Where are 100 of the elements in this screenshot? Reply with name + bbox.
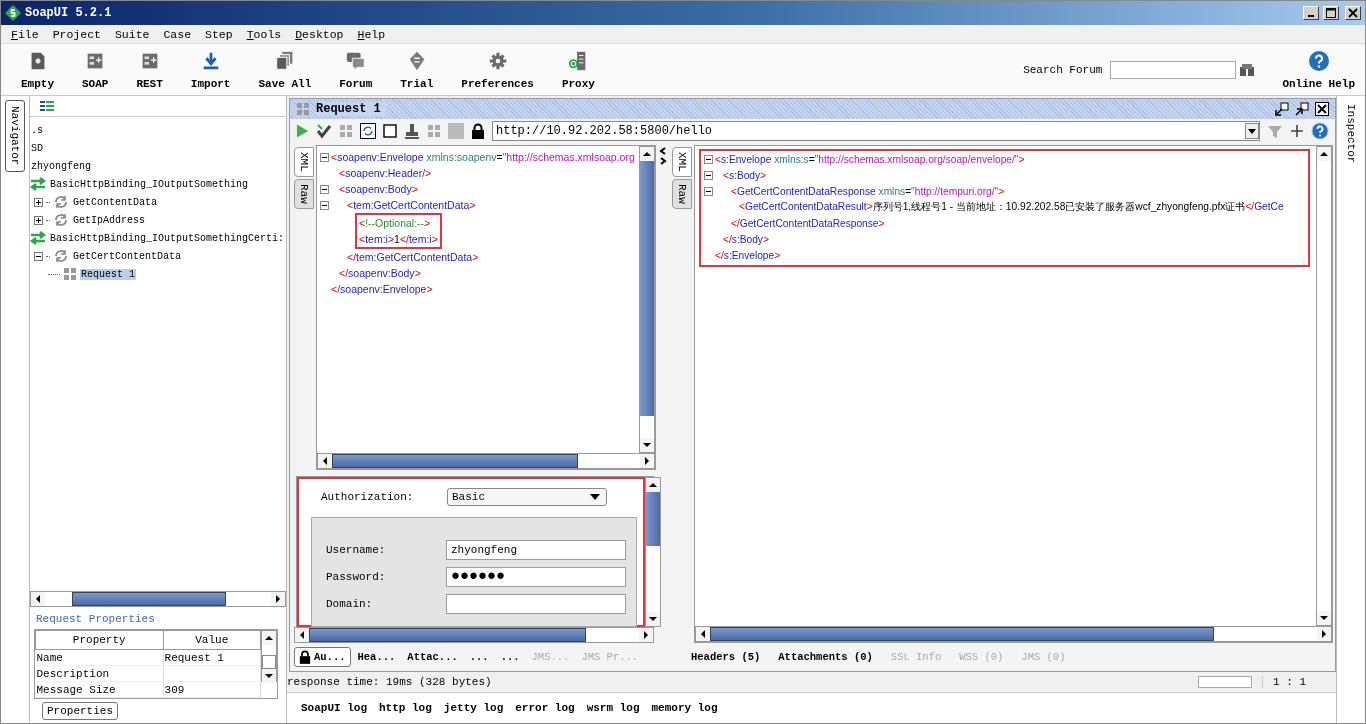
- lock-icon[interactable]: [471, 123, 485, 139]
- menu-item[interactable]: Suite: [108, 27, 158, 41]
- horizontal-scrollbar[interactable]: [30, 591, 286, 607]
- horizontal-scrollbar[interactable]: [294, 627, 654, 643]
- expander-icon[interactable]: [34, 197, 43, 207]
- tree-item[interactable]: BasicHttpBinding_IOutputSomething: [49, 178, 250, 190]
- collapse-icon[interactable]: [319, 152, 329, 162]
- tab[interactable]: ...: [495, 648, 525, 666]
- dropdown-icon[interactable]: [1245, 123, 1259, 139]
- navigator-tab[interactable]: Navigator: [5, 100, 25, 172]
- log-tab[interactable]: memory log: [647, 702, 722, 714]
- table-cell: 309: [164, 683, 185, 696]
- collapse-icon[interactable]: [703, 170, 713, 180]
- maximize-button[interactable]: [1323, 6, 1339, 20]
- online-help-button[interactable]: Online Help: [1282, 49, 1355, 90]
- editor-tab[interactable]: XML: [672, 147, 692, 177]
- toolbar-button[interactable]: REST: [136, 49, 163, 90]
- cursor-position: 1 : 1: [1262, 676, 1316, 688]
- square-icon[interactable]: [383, 124, 397, 138]
- log-tab[interactable]: http log: [375, 702, 436, 714]
- check-icon[interactable]: [316, 123, 332, 139]
- minimize-button[interactable]: [1303, 6, 1319, 20]
- tab[interactable]: ...: [464, 648, 494, 666]
- collapse-icon[interactable]: [703, 186, 713, 196]
- toolbar-button[interactable]: Import: [190, 49, 231, 90]
- url-field[interactable]: http://10.92.202.58:5800/hello: [492, 121, 1260, 141]
- table-cell: Message Size: [35, 681, 164, 698]
- toolbar-button[interactable]: Save All: [258, 49, 312, 90]
- toolbar-button[interactable]: Trial: [400, 49, 434, 90]
- vertical-scrollbar[interactable]: [1316, 146, 1332, 626]
- column-header[interactable]: Value: [163, 630, 261, 650]
- refresh-icon: [53, 213, 69, 227]
- horizontal-scrollbar[interactable]: [317, 453, 655, 469]
- tab[interactable]: Attachments (0): [773, 648, 878, 666]
- tab[interactable]: Headers (5): [686, 648, 766, 666]
- horizontal-scrollbar[interactable]: [695, 626, 1332, 642]
- menu-item[interactable]: Case: [157, 27, 200, 41]
- menu-item[interactable]: Step: [199, 27, 241, 41]
- column-header[interactable]: Property: [35, 630, 164, 650]
- plus-icon[interactable]: [1290, 124, 1304, 138]
- text-field[interactable]: zhyongfeng: [446, 539, 626, 560]
- binoculars-icon[interactable]: [1240, 63, 1255, 76]
- search-field[interactable]: [1110, 60, 1237, 79]
- tree-item[interactable]: .s: [30, 124, 44, 136]
- caret-icon: [590, 494, 600, 500]
- tree-item[interactable]: BasicHttpBinding_IOutputSomethingCerti:: [49, 232, 286, 244]
- menu-item[interactable]: Project: [46, 27, 109, 41]
- toolbar-button[interactable]: Preferences: [461, 49, 534, 90]
- expander-icon[interactable]: [34, 251, 43, 261]
- vertical-scrollbar[interactable]: [645, 477, 661, 627]
- tree-item[interactable]: zhyongfeng: [30, 160, 92, 172]
- field-label: Username:: [326, 543, 387, 556]
- menu-item[interactable]: Tools: [240, 27, 290, 41]
- toolbar-button[interactable]: Forum: [339, 49, 373, 90]
- menu-item[interactable]: Desktop: [289, 27, 352, 41]
- properties-button[interactable]: Properties: [42, 702, 118, 720]
- menu-item[interactable]: File: [5, 27, 47, 41]
- log-tab[interactable]: jetty log: [439, 702, 508, 714]
- collapse-arrows-icon[interactable]: [659, 147, 667, 165]
- expander-icon[interactable]: [34, 215, 43, 225]
- lock-icon: [299, 650, 311, 664]
- collapse-icon[interactable]: [319, 200, 329, 210]
- code-line: <GetCertContentDataResponse xmlns="http://tempuri.org/">: [731, 185, 1005, 197]
- close-button[interactable]: [1345, 6, 1361, 20]
- log-tab[interactable]: error log: [511, 702, 579, 714]
- toolbar-button[interactable]: SOAP: [82, 49, 109, 90]
- stamp-icon[interactable]: [404, 123, 420, 139]
- text-field[interactable]: [446, 593, 626, 614]
- tree-item[interactable]: SD: [30, 142, 44, 154]
- toolbar-button[interactable]: Proxy: [561, 49, 595, 90]
- tab[interactable]: Hea...: [352, 648, 401, 666]
- auth-type-dropdown[interactable]: Basic: [447, 488, 607, 506]
- soap-icon: [63, 267, 77, 281]
- menu-item[interactable]: Help: [351, 27, 394, 41]
- editor-tab[interactable]: XML: [294, 147, 314, 177]
- tree-item[interactable]: GetContentData: [72, 196, 158, 208]
- collapse-icon[interactable]: [319, 184, 329, 194]
- refresh-icon[interactable]: [360, 123, 376, 139]
- log-tab[interactable]: wsrm log: [582, 702, 644, 714]
- vertical-scrollbar[interactable]: [261, 630, 277, 682]
- field-label: Domain:: [326, 597, 374, 610]
- editor-tab[interactable]: Raw: [672, 178, 692, 209]
- refresh-icon: [53, 249, 69, 263]
- vertical-scrollbar[interactable]: [639, 146, 655, 453]
- tree-item[interactable]: Request 1: [80, 268, 136, 280]
- close-icon[interactable]: [1315, 102, 1329, 116]
- list-icon[interactable]: [40, 101, 54, 111]
- restore-icon[interactable]: [1295, 102, 1309, 116]
- code-line: <tem:GetCertContentData>: [347, 199, 476, 211]
- text-field[interactable]: ●●●●●●: [446, 566, 626, 587]
- help-icon[interactable]: [1311, 122, 1329, 140]
- tree-item[interactable]: GetIpAddress: [72, 214, 146, 226]
- tab[interactable]: Attac...: [402, 648, 463, 666]
- minimize-icon[interactable]: [1275, 102, 1289, 116]
- tab[interactable]: Au...: [294, 647, 351, 667]
- toolbar-button[interactable]: Empty: [21, 49, 54, 90]
- log-tab[interactable]: SoapUI log: [297, 702, 371, 714]
- tree-item[interactable]: GetCertContentData: [72, 250, 183, 262]
- collapse-icon[interactable]: [703, 154, 713, 164]
- editor-tab[interactable]: Raw: [294, 178, 314, 209]
